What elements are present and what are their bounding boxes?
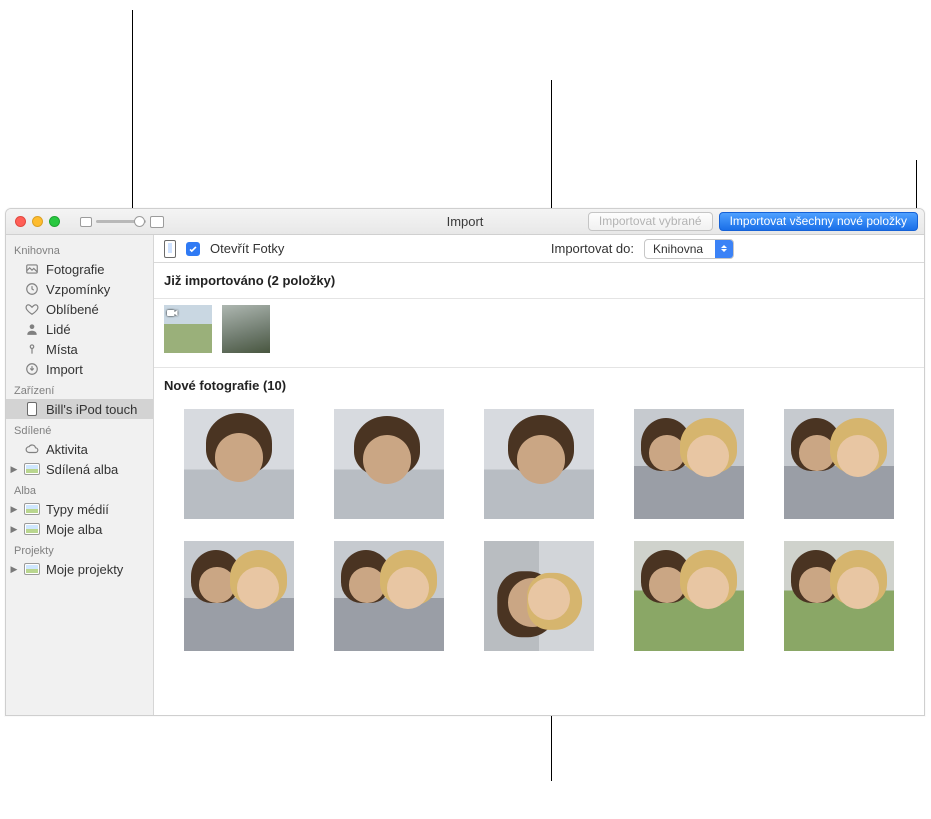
sidebar-item-label: Moje alba <box>46 522 102 537</box>
callout-line <box>916 160 917 210</box>
heart-icon <box>24 302 40 316</box>
sidebar-section-devices: Zařízení <box>6 379 153 399</box>
import-to-label: Importovat do: <box>551 241 634 256</box>
album-icon <box>24 563 40 575</box>
sidebar-item-label: Fotografie <box>46 262 105 277</box>
import-to-value: Knihovna <box>645 242 715 256</box>
device-icon <box>24 402 40 416</box>
photo-thumb[interactable] <box>484 409 594 519</box>
sidebar-item-my-projects[interactable]: ▶ Moje projekty <box>6 559 153 579</box>
sidebar-item-memories[interactable]: Vzpomínky <box>6 279 153 299</box>
photo-thumb[interactable] <box>784 541 894 651</box>
sidebar-item-media-types[interactable]: ▶ Typy médií <box>6 499 153 519</box>
sidebar-item-label: Typy médií <box>46 502 109 517</box>
album-icon <box>24 523 40 535</box>
sidebar-item-people[interactable]: Lidé <box>6 319 153 339</box>
already-imported-heading: Již importováno (2 položky) <box>154 273 335 288</box>
sidebar-item-label: Sdílená alba <box>46 462 118 477</box>
sidebar-item-label: Bill's iPod touch <box>46 402 137 417</box>
cloud-icon <box>24 442 40 456</box>
import-icon <box>24 362 40 376</box>
titlebar: Import Importovat vybrané Importovat vše… <box>6 209 924 235</box>
sidebar-section-projects: Projekty <box>6 539 153 559</box>
device-icon <box>164 240 176 258</box>
photo-thumb[interactable] <box>634 541 744 651</box>
thumbnail-size-slider[interactable] <box>80 216 164 228</box>
sidebar-item-label: Místa <box>46 342 78 357</box>
sidebar-item-label: Oblíbené <box>46 302 99 317</box>
album-icon <box>24 463 40 475</box>
sidebar-item-label: Aktivita <box>46 442 88 457</box>
sidebar-item-activity[interactable]: Aktivita <box>6 439 153 459</box>
open-photos-checkbox[interactable] <box>186 242 200 256</box>
sidebar-item-device[interactable]: Bill's iPod touch <box>6 399 153 419</box>
photo-thumb[interactable] <box>334 409 444 519</box>
photo-thumb[interactable] <box>184 541 294 651</box>
sidebar-item-favorites[interactable]: Oblíbené <box>6 299 153 319</box>
close-window[interactable] <box>15 216 26 227</box>
callout-line <box>132 10 133 208</box>
minimize-window[interactable] <box>32 216 43 227</box>
import-selected-button[interactable]: Importovat vybrané <box>588 212 713 231</box>
large-thumb-icon <box>150 216 164 228</box>
sidebar-section-library: Knihovna <box>6 239 153 259</box>
zoom-window[interactable] <box>49 216 60 227</box>
imported-thumb[interactable] <box>164 305 212 353</box>
open-photos-label: Otevřít Fotky <box>210 241 284 256</box>
photo-thumb[interactable] <box>334 541 444 651</box>
sidebar-item-my-albums[interactable]: ▶ Moje alba <box>6 519 153 539</box>
sidebar-section-albums: Alba <box>6 479 153 499</box>
small-thumb-icon <box>80 217 92 227</box>
sidebar-item-label: Vzpomínky <box>46 282 110 297</box>
import-to-popup[interactable]: Knihovna <box>644 239 734 259</box>
album-icon <box>24 503 40 515</box>
photo-thumb[interactable] <box>784 409 894 519</box>
sidebar: Knihovna Fotografie Vzpomínky Oblíbené <box>6 235 154 715</box>
sidebar-item-shared-albums[interactable]: ▶ Sdílená alba <box>6 459 153 479</box>
photo-thumb[interactable] <box>184 409 294 519</box>
disclosure-icon[interactable]: ▶ <box>10 504 18 515</box>
disclosure-icon[interactable]: ▶ <box>10 464 18 475</box>
import-all-new-button[interactable]: Importovat všechny nové položky <box>719 212 918 231</box>
disclosure-icon[interactable]: ▶ <box>10 524 18 535</box>
sidebar-section-shared: Sdílené <box>6 419 153 439</box>
import-subbar: Otevřít Fotky Importovat do: Knihovna <box>154 235 924 263</box>
video-badge-icon <box>167 308 179 318</box>
sidebar-item-label: Lidé <box>46 322 71 337</box>
photo-thumb[interactable] <box>634 409 744 519</box>
already-imported-grid <box>154 299 924 361</box>
photos-icon <box>24 262 40 276</box>
sidebar-item-label: Import <box>46 362 83 377</box>
sidebar-item-import[interactable]: Import <box>6 359 153 379</box>
sidebar-item-photos[interactable]: Fotografie <box>6 259 153 279</box>
photo-thumb[interactable] <box>484 541 594 651</box>
app-window: Import Importovat vybrané Importovat vše… <box>5 208 925 716</box>
window-controls <box>15 216 60 227</box>
sidebar-item-places[interactable]: Místa <box>6 339 153 359</box>
person-icon <box>24 322 40 336</box>
new-photos-heading: Nové fotografie (10) <box>154 378 286 393</box>
main-content: Otevřít Fotky Importovat do: Knihovna Ji… <box>154 235 924 715</box>
imported-thumb[interactable] <box>222 305 270 353</box>
new-photos-grid <box>154 397 924 663</box>
pin-icon <box>24 342 40 356</box>
chevron-updown-icon <box>715 240 733 258</box>
sidebar-item-label: Moje projekty <box>46 562 123 577</box>
clock-icon <box>24 282 40 296</box>
disclosure-icon[interactable]: ▶ <box>10 564 18 575</box>
